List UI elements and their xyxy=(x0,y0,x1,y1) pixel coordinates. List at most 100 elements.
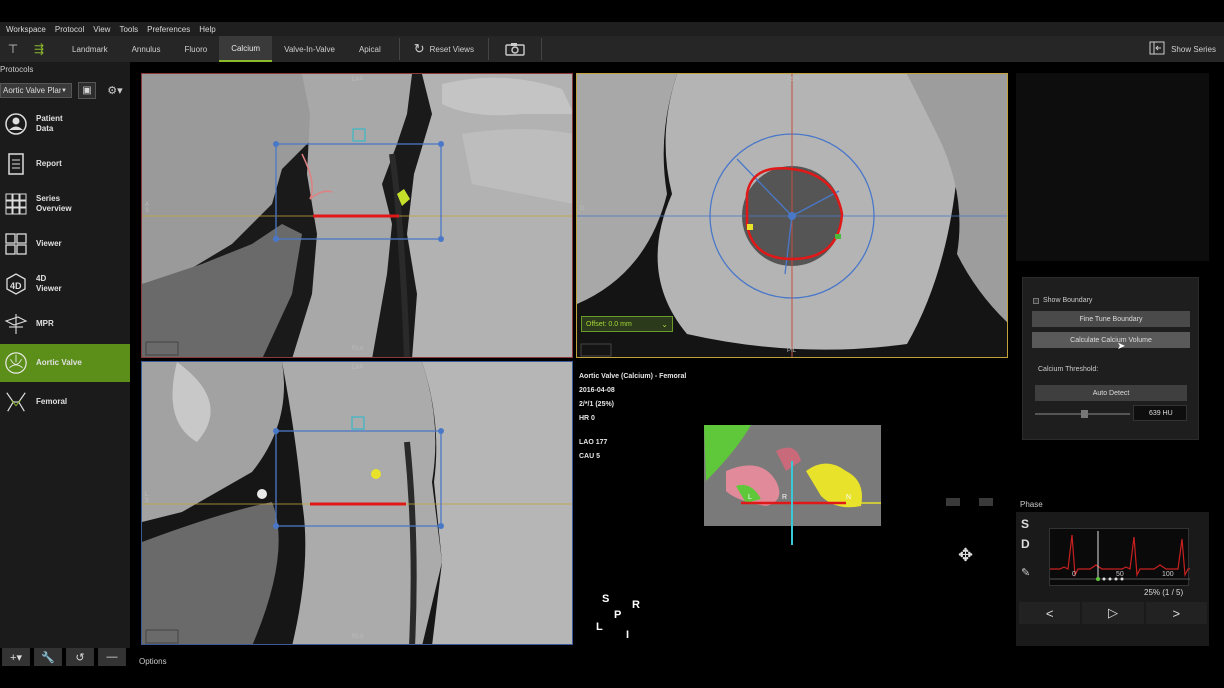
orientation-bottom: RLA xyxy=(352,346,364,352)
protocol-nav: Patient Data Report Series Overview View… xyxy=(0,104,130,422)
show-series-label: Show Series xyxy=(1171,44,1216,54)
slider-handle[interactable] xyxy=(1081,410,1088,418)
add-icon[interactable]: +▾ xyxy=(2,648,30,666)
viewport-bottom-right[interactable]: Aortic Valve (Calcium) - Femoral 2016-04… xyxy=(576,361,1008,645)
femoral-icon xyxy=(4,390,28,414)
orientation-left: L S xyxy=(145,492,150,504)
tab-valve-in-valve[interactable]: Valve-In-Valve xyxy=(272,36,347,62)
toolbar-divider xyxy=(398,38,400,60)
sidebar-item-mpr[interactable]: MPR xyxy=(0,304,130,344)
undo-icon[interactable]: ↺ xyxy=(66,648,94,666)
sidebar-item-label: Patient Data xyxy=(36,114,63,133)
threshold-slider[interactable] xyxy=(1035,410,1130,418)
diastole-button[interactable]: D xyxy=(1021,537,1030,551)
sidebar-item-viewer[interactable]: Viewer xyxy=(0,224,130,264)
axis-tick-50: 50 xyxy=(1116,571,1124,578)
orientation-bottom: PIL xyxy=(787,348,797,354)
tab-calcium[interactable]: Calcium xyxy=(219,36,273,62)
person-icon xyxy=(4,112,28,136)
phase-percent: 25% (1 / 5) xyxy=(1144,588,1184,597)
next-phase-button[interactable]: > xyxy=(1145,602,1207,624)
orientation-left: D xyxy=(580,206,585,212)
menu-preferences[interactable]: Preferences xyxy=(147,25,190,34)
menu-view[interactable]: View xyxy=(93,25,110,34)
threshold-value-field[interactable]: 639 HU xyxy=(1133,405,1187,421)
menu-protocol[interactable]: Protocol xyxy=(55,25,84,34)
series-title: Aortic Valve (Calcium) - Femoral xyxy=(579,373,687,380)
show-series-icon xyxy=(1149,41,1165,57)
calcium-threshold-label: Calcium Threshold: xyxy=(1038,366,1099,373)
chevron-down-icon: ⌄ xyxy=(661,319,668,329)
viewport-top-left[interactable]: LAP RLA A S xyxy=(141,73,573,358)
offset-field[interactable]: Offset: 0.0 mm ⌄ xyxy=(581,316,673,332)
tab-landmark[interactable]: Landmark xyxy=(60,36,120,62)
monitor-icon[interactable]: ⊤ xyxy=(0,36,26,62)
phase-label: Phase xyxy=(1020,500,1043,509)
tab-apical[interactable]: Apical xyxy=(347,36,393,62)
sidebar-bottom-tools: +▾ 🔧 ↺ — xyxy=(0,648,130,668)
prev-phase-button[interactable]: < xyxy=(1019,602,1081,624)
show-boundary-checkbox[interactable]: Show Boundary xyxy=(1033,297,1092,304)
tab-fluoro[interactable]: Fluoro xyxy=(173,36,220,62)
menu-tools[interactable]: Tools xyxy=(119,25,138,34)
wrench-icon[interactable]: 🔧 xyxy=(34,648,62,666)
cube-4d-icon: 4D xyxy=(4,272,28,296)
checkbox-box xyxy=(1033,297,1039,304)
svg-text:4D: 4D xyxy=(10,281,22,291)
orientation-bottom: RLA xyxy=(352,634,364,640)
axis-tick-0: 0 xyxy=(1072,571,1076,578)
auto-detect-button[interactable]: Auto Detect xyxy=(1035,385,1187,401)
sidebar-item-femoral[interactable]: Femoral xyxy=(0,382,130,422)
sidebar-item-report[interactable]: Report xyxy=(0,144,130,184)
plan-select[interactable]: Aortic Valve Plan ▼ xyxy=(0,83,72,98)
protocol-sidebar: Protocols Aortic Valve Plan ▼ ▣ ⚙▾ Patie… xyxy=(0,62,130,648)
viewport-top-right[interactable]: ASR PIL D Offset: 0.0 mm ⌄ xyxy=(576,73,1008,358)
options-label: Options xyxy=(139,657,167,666)
toolbar-divider xyxy=(540,38,542,60)
fine-tune-boundary-button[interactable]: Fine Tune Boundary xyxy=(1032,311,1190,327)
play-button[interactable]: ▷ xyxy=(1082,602,1144,624)
preview-panel xyxy=(1016,73,1209,261)
minus-icon[interactable]: — xyxy=(98,648,126,666)
svg-text:R: R xyxy=(782,494,787,501)
save-icon[interactable]: ▣ xyxy=(78,82,96,99)
series-info: Aortic Valve (Calcium) - Femoral 2016-04… xyxy=(579,370,686,464)
svg-text:N: N xyxy=(846,494,851,501)
mouse-cursor-icon: ➤ xyxy=(1117,341,1126,352)
sidebar-item-aortic-valve[interactable]: Aortic Valve xyxy=(0,344,130,382)
ct-image-coronal xyxy=(142,74,572,357)
orientation-top: LAP xyxy=(352,77,364,83)
workflow-icon[interactable]: ⇶ xyxy=(26,36,52,62)
viewport-bottom-left[interactable]: LAP RLA L S xyxy=(141,361,573,645)
sidebar-item-series-overview[interactable]: Series Overview xyxy=(0,184,130,224)
reset-views-label: Reset Views xyxy=(429,44,474,54)
tab-annulus[interactable]: Annulus xyxy=(120,36,173,62)
orient-l-label: L xyxy=(596,621,603,633)
lao-angle: LAO 177 xyxy=(579,439,608,446)
show-series-button[interactable]: Show Series xyxy=(1149,36,1216,62)
pan-icon[interactable]: ✥ xyxy=(958,545,973,566)
eraser-icon[interactable]: ✎ xyxy=(1021,566,1030,579)
orient-s-label: S xyxy=(602,593,610,605)
gear-icon[interactable]: ⚙▾ xyxy=(102,82,128,99)
reset-views-button[interactable]: ↻ Reset Views xyxy=(406,36,482,62)
systole-button[interactable]: S xyxy=(1021,517,1029,531)
sidebar-item-label: Aortic Valve xyxy=(36,358,82,367)
orientation-top: ASR xyxy=(787,77,800,83)
orient-i-label: I xyxy=(626,629,630,641)
aortic-valve-icon xyxy=(4,351,28,375)
camera-icon[interactable] xyxy=(495,36,535,62)
grid-icon xyxy=(4,192,28,216)
sidebar-item-patient-data[interactable]: Patient Data xyxy=(0,104,130,144)
menu-workspace[interactable]: Workspace xyxy=(6,25,46,34)
offset-value: Offset: 0.0 mm xyxy=(586,320,632,328)
menu-help[interactable]: Help xyxy=(199,25,215,34)
cau-angle: CAU 5 xyxy=(579,453,601,460)
phase-navigation: < ▷ > xyxy=(1018,602,1208,624)
orient-p-label: P xyxy=(614,609,622,621)
svg-text:L: L xyxy=(748,494,752,501)
sidebar-item-4d-viewer[interactable]: 4D 4D Viewer xyxy=(0,264,130,304)
ecg-trace xyxy=(1050,531,1190,581)
ecg-graph[interactable]: 0 50 100 xyxy=(1049,528,1190,586)
calculate-calcium-volume-button[interactable]: Calculate Calcium Volume xyxy=(1032,332,1190,348)
